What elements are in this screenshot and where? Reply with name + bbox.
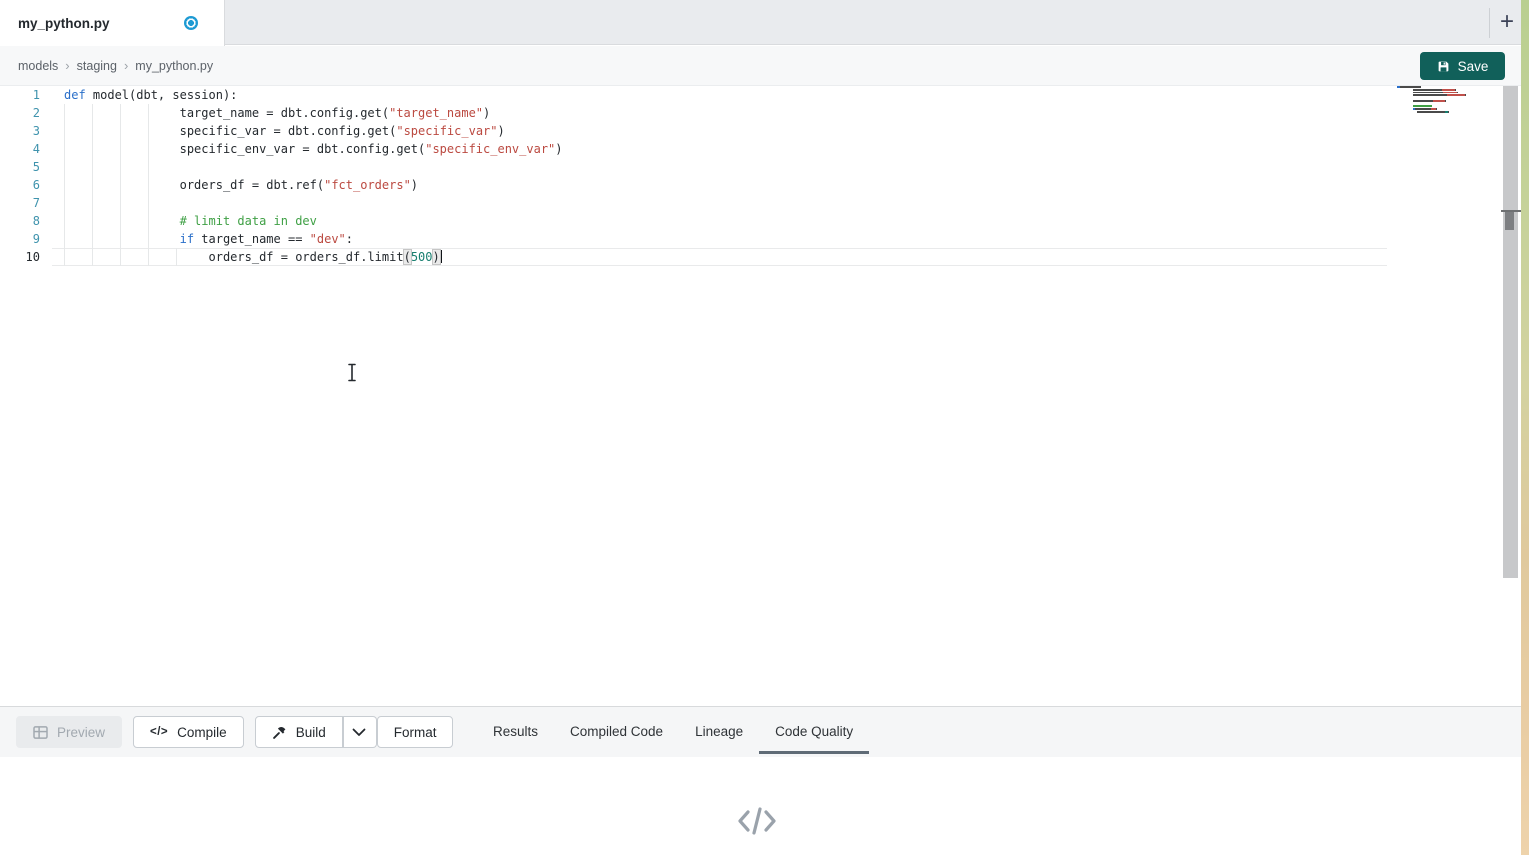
text-cursor-pointer — [346, 363, 358, 387]
line-number: 8 — [0, 212, 40, 230]
indent-guide — [120, 104, 121, 266]
tab-results[interactable]: Results — [477, 706, 554, 757]
code-line-7[interactable]: 7 — [0, 194, 1521, 212]
line-number: 5 — [0, 158, 40, 176]
tab-compiled-code-label: Compiled Code — [570, 724, 663, 739]
line-number: 4 — [0, 140, 40, 158]
indent-guide — [92, 104, 93, 266]
code-line-6[interactable]: 6 orders_df = dbt.ref("fct_orders") — [0, 176, 1521, 194]
code-line-2[interactable]: 2 target_name = dbt.config.get("target_n… — [0, 104, 1521, 122]
code-line-4[interactable]: 4 specific_env_var = dbt.config.get("spe… — [0, 140, 1521, 158]
breadcrumb-models[interactable]: models — [18, 59, 58, 73]
tab-code-quality[interactable]: Code Quality — [759, 706, 869, 757]
editor-tab-bar: + — [0, 0, 1521, 45]
new-tab-button[interactable]: + — [1492, 5, 1522, 39]
line-number: 9 — [0, 230, 40, 248]
code-line-3[interactable]: 3 specific_var = dbt.config.get("specifi… — [0, 122, 1521, 140]
line-number: 3 — [0, 122, 40, 140]
line-number: 1 — [0, 86, 40, 104]
tab-compiled-code[interactable]: Compiled Code — [554, 706, 679, 757]
code-line-9[interactable]: 9 if target_name == "dev": — [0, 230, 1521, 248]
indent-guide — [64, 104, 65, 266]
vertical-scrollbar[interactable] — [1503, 86, 1518, 578]
code-lines: 1def model(dbt, session):2 target_name =… — [0, 86, 1521, 266]
preview-button[interactable]: Preview — [16, 716, 122, 748]
build-button-group: Build — [255, 716, 377, 748]
code-line-10[interactable]: 10 orders_df = orders_df.limit(500) — [0, 248, 1521, 266]
breadcrumb-file[interactable]: my_python.py — [135, 59, 213, 73]
text-caret — [440, 250, 442, 263]
breadcrumb-staging[interactable]: staging — [77, 59, 117, 73]
unsaved-changes-icon — [184, 16, 198, 30]
results-panel — [0, 757, 1521, 855]
line-number: 2 — [0, 104, 40, 122]
breadcrumb-separator: › — [124, 58, 128, 73]
build-button-label: Build — [296, 725, 326, 740]
panel-tabs: Results Compiled Code Lineage Code Quali… — [477, 706, 869, 757]
tab-lineage[interactable]: Lineage — [679, 706, 759, 757]
code-line-1[interactable]: 1def model(dbt, session): — [0, 86, 1521, 104]
save-button[interactable]: Save — [1420, 52, 1505, 80]
tab-title: my_python.py — [18, 16, 110, 31]
code-placeholder-icon — [0, 805, 1513, 842]
tabbar-divider — [1489, 8, 1490, 38]
format-button-label: Format — [394, 725, 437, 740]
tab-lineage-label: Lineage — [695, 724, 743, 739]
indent-guide — [148, 104, 149, 266]
table-grid-icon — [33, 726, 48, 739]
floppy-disk-icon — [1437, 60, 1450, 73]
breadcrumb: models › staging › my_python.py — [0, 46, 1521, 86]
preview-button-label: Preview — [57, 725, 105, 740]
minimap[interactable] — [1397, 86, 1469, 114]
tab-results-label: Results — [493, 724, 538, 739]
format-button[interactable]: Format — [377, 716, 454, 748]
chevron-down-icon — [352, 728, 366, 737]
save-button-label: Save — [1458, 59, 1489, 74]
build-button[interactable]: Build — [255, 716, 343, 748]
code-brackets-icon: </> — [150, 726, 168, 738]
code-line-5[interactable]: 5 — [0, 158, 1521, 176]
line-number: 6 — [0, 176, 40, 194]
breadcrumb-separator: › — [65, 58, 69, 73]
scrollbar-thumb[interactable] — [1505, 212, 1514, 230]
compile-button-label: Compile — [177, 725, 227, 740]
code-editor[interactable]: 1def model(dbt, session):2 target_name =… — [0, 86, 1521, 706]
build-options-dropdown[interactable] — [343, 716, 377, 748]
desktop-background-strip — [1521, 0, 1529, 855]
line-number: 7 — [0, 194, 40, 212]
indent-guide — [176, 248, 177, 266]
code-line-8[interactable]: 8 # limit data in dev — [0, 212, 1521, 230]
tab-my-python[interactable]: my_python.py — [0, 0, 225, 46]
line-number: 10 — [0, 248, 40, 266]
tab-code-quality-label: Code Quality — [775, 724, 853, 739]
compile-button[interactable]: </> Compile — [133, 716, 244, 748]
hammer-icon — [272, 725, 287, 740]
